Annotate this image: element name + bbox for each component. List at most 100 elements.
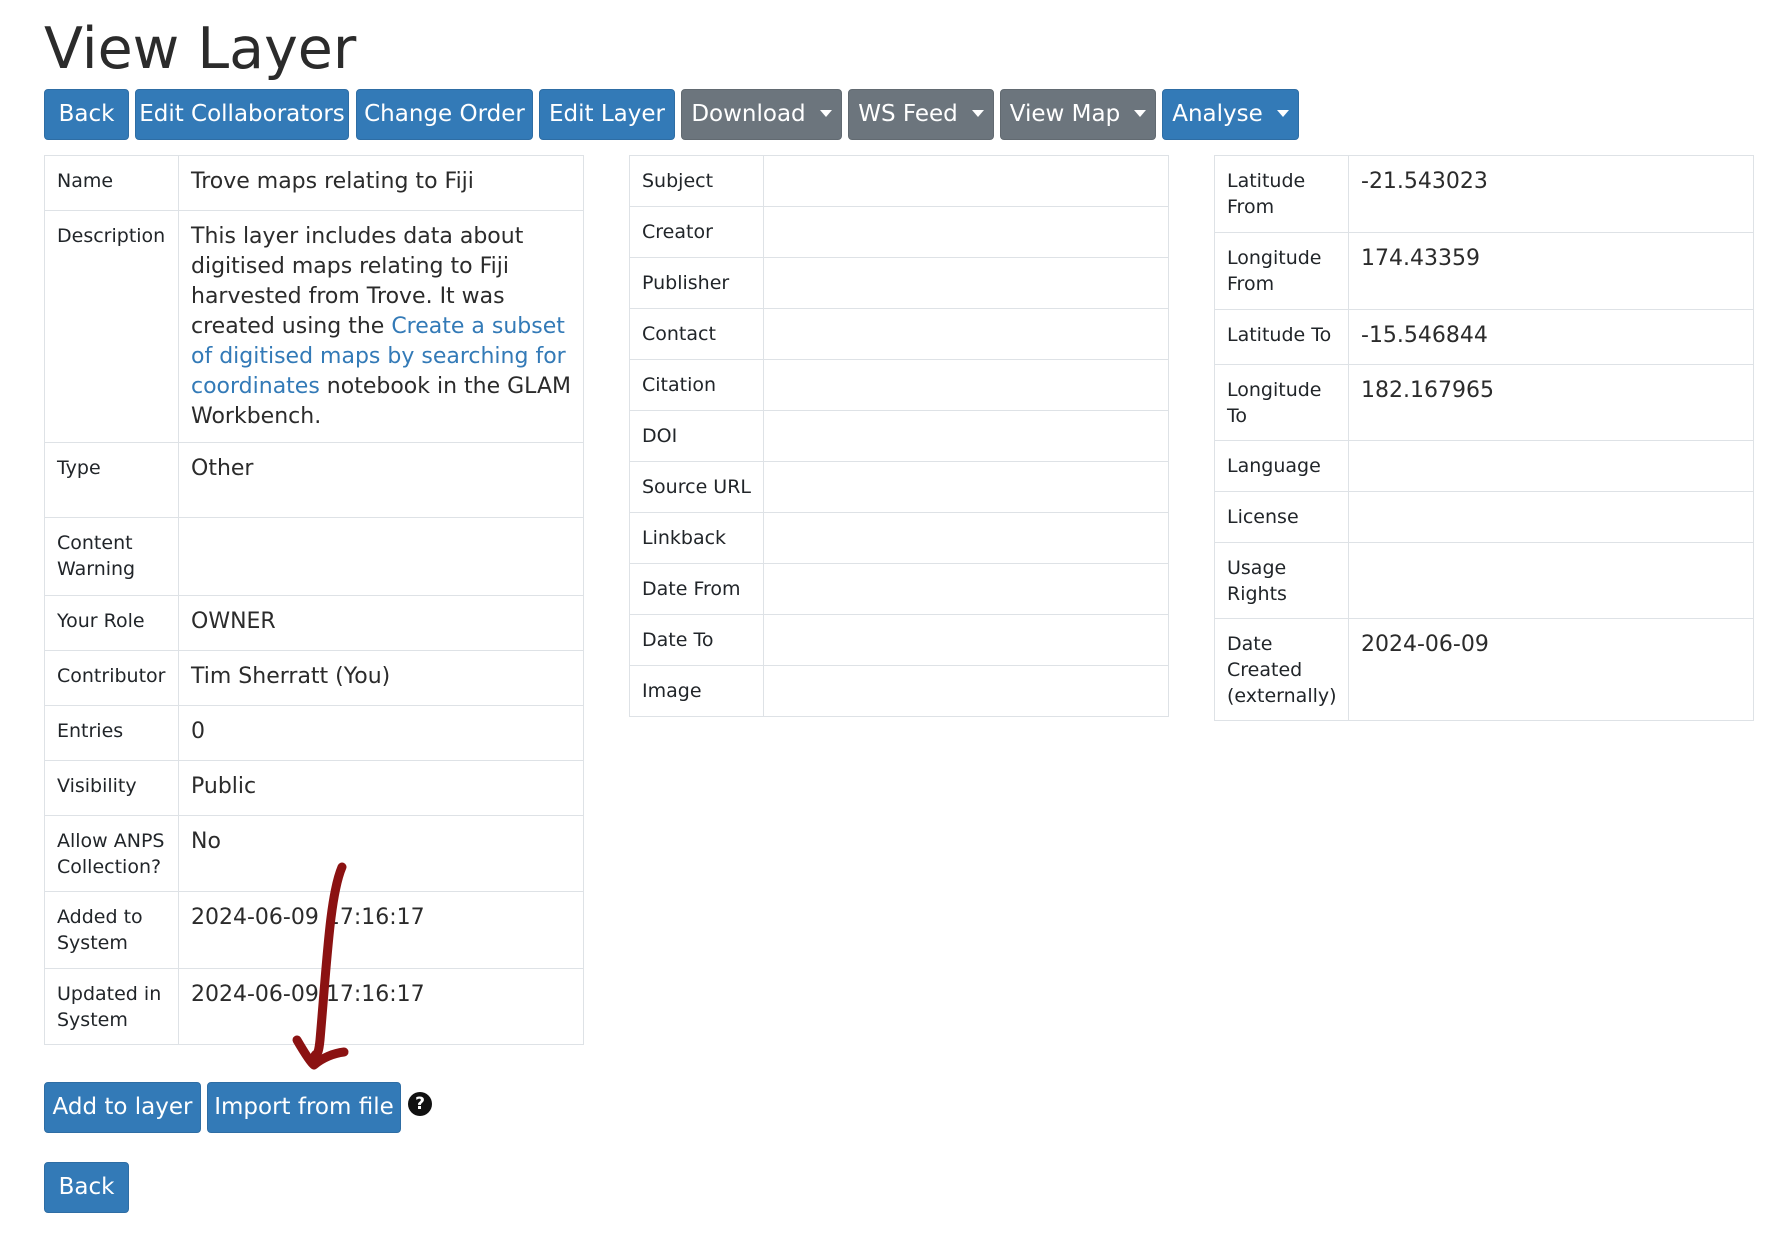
ws-feed-dropdown[interactable]: WS Feed [848,89,994,140]
table-row: Latitude To -15.546844 [1214,309,1754,365]
description-value: This layer includes data about digitised… [178,210,584,443]
anps-label: Allow ANPS Collection? [44,815,179,892]
contributor-value: Tim Sherratt (You) [178,650,584,706]
date-to-label: Date To [629,614,764,666]
table-row: Image [629,665,1169,717]
table-row: DOI [629,410,1169,462]
extent-table: Latitude From -21.543023 Longitude From 17… [1214,155,1754,721]
table-row: Entries 0 [44,705,584,761]
table-row: Source URL [629,461,1169,513]
add-to-layer-button[interactable]: Add to layer [44,1082,201,1133]
image-value [763,665,1169,717]
layer-details-table: Name Trove maps relating to Fiji Descrip… [44,155,584,1045]
date-from-value [763,563,1169,615]
content-warning-label: Content Warning [44,517,179,596]
back-button[interactable]: Back [44,89,129,140]
edit-layer-button[interactable]: Edit Layer [539,89,675,140]
language-value [1348,440,1754,492]
table-row: Creator [629,206,1169,258]
table-row: Subject [629,155,1169,207]
table-row: Type Other [44,442,584,518]
description-label: Description [44,210,179,443]
anps-value: No [178,815,584,892]
chevron-down-icon [971,110,984,117]
contact-label: Contact [629,308,764,360]
longitude-to-value: 182.167965 [1348,364,1754,441]
source-url-value [763,461,1169,513]
table-row: Usage Rights [1214,542,1754,619]
subject-label: Subject [629,155,764,207]
table-row: Citation [629,359,1169,411]
date-created-value: 2024-06-09 [1348,618,1754,721]
date-from-label: Date From [629,563,764,615]
source-url-label: Source URL [629,461,764,513]
chevron-down-icon [1276,110,1289,117]
linkback-value [763,512,1169,564]
latitude-from-value: -21.543023 [1348,155,1754,233]
metadata-table: Subject Creator Publisher Contact Citati… [629,155,1169,717]
table-row: Date To [629,614,1169,666]
publisher-label: Publisher [629,257,764,309]
latitude-to-value: -15.546844 [1348,309,1754,365]
content-warning-value [178,517,584,596]
contact-value [763,308,1169,360]
license-value [1348,491,1754,543]
page: View Layer Back Edit Collaborators Chang… [0,0,1773,1235]
creator-label: Creator [629,206,764,258]
table-row: Visibility Public [44,760,584,816]
role-value: OWNER [178,595,584,651]
usage-rights-label: Usage Rights [1214,542,1349,619]
table-row: Date Created (externally) 2024-06-09 [1214,618,1754,721]
analyse-dropdown[interactable]: Analyse [1162,89,1299,140]
usage-rights-value [1348,542,1754,619]
longitude-from-value: 174.43359 [1348,232,1754,310]
type-value: Other [178,442,584,518]
change-order-button[interactable]: Change Order [356,89,533,140]
longitude-to-label: Longitude To [1214,364,1349,441]
table-row: Contact [629,308,1169,360]
added-value: 2024-06-09 17:16:17 [178,891,584,969]
contributor-label: Contributor [44,650,179,706]
date-to-value [763,614,1169,666]
entries-label: Entries [44,705,179,761]
license-label: License [1214,491,1349,543]
table-row: Linkback [629,512,1169,564]
help-icon[interactable]: ? [408,1092,432,1116]
table-row: License [1214,491,1754,543]
analyse-label: Analyse [1172,101,1263,127]
linkback-label: Linkback [629,512,764,564]
download-label: Download [691,101,806,127]
doi-value [763,410,1169,462]
name-label: Name [44,155,179,211]
role-label: Your Role [44,595,179,651]
updated-label: Updated in System [44,968,179,1045]
table-row: Content Warning [44,517,584,596]
subject-value [763,155,1169,207]
language-label: Language [1214,440,1349,492]
image-label: Image [629,665,764,717]
table-row: Latitude From -21.543023 [1214,155,1754,233]
citation-value [763,359,1169,411]
table-row: Contributor Tim Sherratt (You) [44,650,584,706]
table-row: Date From [629,563,1169,615]
table-row: Allow ANPS Collection? No [44,815,584,892]
ws-feed-label: WS Feed [858,101,958,127]
bottom-back-button[interactable]: Back [44,1162,129,1213]
visibility-value: Public [178,760,584,816]
creator-value [763,206,1169,258]
longitude-from-label: Longitude From [1214,232,1349,310]
view-map-dropdown[interactable]: View Map [1000,89,1156,140]
table-row: Added to System 2024-06-09 17:16:17 [44,891,584,969]
view-map-label: View Map [1009,101,1121,127]
download-dropdown[interactable]: Download [681,89,842,140]
chevron-down-icon [1134,110,1147,117]
added-label: Added to System [44,891,179,969]
import-from-file-button[interactable]: Import from file [207,1082,401,1133]
doi-label: DOI [629,410,764,462]
edit-collaborators-button[interactable]: Edit Collaborators [135,89,349,140]
entries-value: 0 [178,705,584,761]
updated-value: 2024-06-09 17:16:17 [178,968,584,1045]
table-row: Name Trove maps relating to Fiji [44,155,584,211]
table-row: Your Role OWNER [44,595,584,651]
name-value: Trove maps relating to Fiji [178,155,584,211]
